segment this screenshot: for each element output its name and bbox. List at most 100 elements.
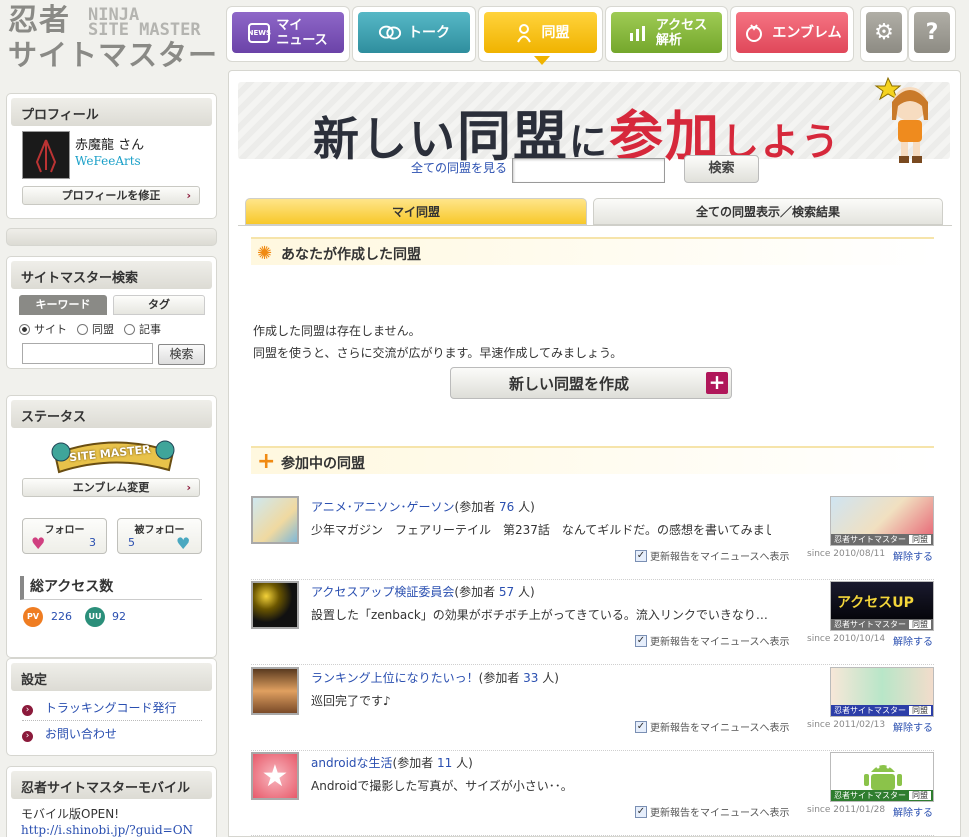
- help-button[interactable]: ?: [908, 6, 956, 62]
- nav-alliance[interactable]: 同盟: [478, 6, 603, 65]
- sun-gear-icon: ✺: [257, 243, 273, 264]
- radio-article-label: 記事: [139, 323, 161, 336]
- alliance-name-link[interactable]: アクセスアップ検証委員会: [311, 585, 454, 599]
- no-alliance-text: 作成した同盟は存在しません。: [253, 324, 421, 338]
- settings-box: 設定 › トラッキングコード発行 › お問い合わせ: [6, 658, 217, 756]
- change-emblem-button[interactable]: エンブレム変更 ›: [22, 478, 200, 497]
- banner-tag: 同盟: [909, 620, 931, 629]
- update-checkbox[interactable]: ✓: [635, 720, 647, 733]
- chevron-right-icon: ›: [22, 731, 33, 742]
- search-header: サイトマスター検索: [11, 261, 212, 289]
- total-access-header: 総アクセス数: [20, 576, 202, 600]
- alliance-banner[interactable]: 同盟 忍者サイトマスター: [830, 752, 934, 802]
- tab-keyword[interactable]: キーワード: [19, 295, 107, 315]
- alliance-latest-post[interactable]: 設置した「zenback」の効果がボチボチ上がってきている。流入リンクでいきなり…: [311, 606, 771, 623]
- create-prompt-text: 同盟を使うと、さらに交流が広がります。早速作成してみましょう。: [253, 346, 623, 360]
- mobile-box: 忍者サイトマスターモバイル モバイル版OPEN! http://i.shinob…: [6, 766, 217, 837]
- member-count[interactable]: 11: [437, 756, 452, 770]
- nav-my-news-label1: マイ: [276, 17, 303, 33]
- alliance-latest-post[interactable]: 少年マガジン フェアリーテイル 第237話 なんてギルドだ。の感想を書いてみまし…: [311, 521, 771, 538]
- leave-alliance-link[interactable]: 解除する: [893, 548, 933, 563]
- since-date: since 2011/02/13: [807, 720, 886, 730]
- alliance-name-link[interactable]: ランキング上位になりたいっ！: [311, 671, 479, 685]
- alliance-name-link[interactable]: androidな生活: [311, 756, 393, 770]
- member-prefix: (参加者: [454, 500, 500, 514]
- member-count[interactable]: 33: [523, 671, 538, 685]
- radio-site[interactable]: [19, 323, 30, 335]
- bar-chart-icon: [626, 21, 650, 45]
- profile-site-link[interactable]: WeFeeArts: [75, 154, 141, 168]
- alliance-search-button[interactable]: 検索: [684, 155, 759, 183]
- nav-talk[interactable]: トーク: [352, 6, 476, 62]
- sidebar-spacer-bar: [6, 228, 217, 246]
- person-icon: [512, 21, 536, 45]
- tab-my-alliances[interactable]: マイ同盟: [245, 198, 587, 225]
- alliance-banner[interactable]: 同盟 忍者サイトマスター: [830, 496, 934, 546]
- update-checkbox[interactable]: ✓: [635, 805, 647, 818]
- logo-line1: 忍者: [8, 3, 70, 38]
- alliance-name-link[interactable]: アニメ･アニソン･ゲーソン: [311, 500, 455, 514]
- emblem-icon: [742, 21, 766, 45]
- member-suffix: 人): [452, 756, 473, 770]
- update-checkbox[interactable]: ✓: [635, 634, 647, 647]
- hero-banner: 新しい同盟に参加しよう: [238, 76, 950, 168]
- alliance-latest-post[interactable]: 巡回完了です♪: [311, 692, 771, 709]
- nav-emblem-label: エンブレム: [772, 24, 842, 41]
- alliance-latest-post[interactable]: Androidで撮影した写真が、サイズが小さい･･。: [311, 777, 771, 794]
- alliance-title: androidな生活(参加者 11 人): [311, 754, 473, 771]
- member-count[interactable]: 57: [499, 585, 514, 599]
- search-button[interactable]: 検索: [158, 344, 205, 365]
- uu-badge: UU: [85, 607, 105, 627]
- alliance-banner[interactable]: アクセスUP 同盟 忍者サイトマスター: [830, 581, 934, 631]
- alliance-title: ランキング上位になりたいっ！(参加者 33 人): [311, 669, 559, 686]
- change-emblem-label: エンブレム変更: [72, 481, 150, 494]
- nav-access-label1: アクセス: [655, 17, 708, 33]
- leave-alliance-link[interactable]: 解除する: [893, 804, 933, 819]
- update-checkbox[interactable]: ✓: [635, 549, 647, 562]
- leave-alliance-link[interactable]: 解除する: [893, 633, 933, 648]
- settings-button[interactable]: ⚙: [860, 6, 908, 62]
- followed-card[interactable]: 被フォロー 5 ♥: [117, 518, 202, 554]
- tab-all-alliances[interactable]: 全ての同盟表示／検索結果: [593, 198, 943, 225]
- avatar[interactable]: [22, 131, 70, 179]
- profile-box: プロフィール 赤魔龍 さん WeFeeArts プロフィールを修正 ›: [6, 93, 217, 219]
- radio-article[interactable]: [124, 323, 135, 335]
- alliance-item: ★ androidな生活(参加者 11 人) Androidで撮影した写真が、サ…: [251, 752, 934, 836]
- contact-link[interactable]: お問い合わせ: [45, 727, 117, 741]
- nav-access-analysis[interactable]: アクセス 解析: [605, 6, 728, 62]
- search-input[interactable]: [22, 343, 153, 364]
- edit-profile-label: プロフィールを修正: [61, 189, 161, 202]
- radio-site-label: サイト: [34, 323, 67, 336]
- site-master-emblem: SITE MASTER: [41, 434, 185, 478]
- nav-my-news[interactable]: NEWS マイ ニュース: [226, 6, 350, 62]
- radio-alliance[interactable]: [77, 323, 88, 335]
- uu-value: 92: [112, 610, 126, 623]
- mobile-header: 忍者サイトマスターモバイル: [11, 771, 212, 799]
- update-label: 更新報告をマイニュースへ表示: [650, 637, 790, 648]
- tab-tag[interactable]: タグ: [113, 295, 205, 315]
- tracking-code-link[interactable]: トラッキングコード発行: [45, 701, 177, 715]
- nav-emblem[interactable]: エンブレム: [730, 6, 854, 62]
- logo-sub: NINJA SITE MASTER: [88, 7, 201, 39]
- alliance-thumbnail[interactable]: [251, 496, 299, 544]
- follow-card[interactable]: フォロー ♥ 3: [22, 518, 107, 554]
- member-count[interactable]: 76: [499, 500, 514, 514]
- alliance-search-input[interactable]: [512, 158, 665, 183]
- create-alliance-button[interactable]: 新しい同盟を作成 +: [450, 367, 732, 399]
- alliance-thumbnail[interactable]: [251, 581, 299, 629]
- leave-alliance-link[interactable]: 解除する: [893, 719, 933, 734]
- mobile-url-link[interactable]: http://i.shinobi.jp/?guid=ON: [21, 823, 193, 837]
- sitemaster-search-box: サイトマスター検索 キーワード タグ サイト 同盟 記事 検索: [6, 256, 217, 369]
- banner-tag: 同盟: [909, 791, 931, 800]
- edit-profile-button[interactable]: プロフィールを修正 ›: [22, 186, 200, 205]
- alliance-banner[interactable]: 同盟 忍者サイトマスター: [830, 667, 934, 717]
- view-all-alliances-link[interactable]: 全ての同盟を見る: [411, 159, 507, 176]
- plus-icon: +: [257, 449, 276, 474]
- mascot-character: [870, 74, 950, 164]
- create-alliance-label: 新しい同盟を作成: [509, 375, 630, 393]
- alliance-thumbnail[interactable]: ★: [251, 752, 299, 800]
- chevron-right-icon: ›: [186, 189, 191, 202]
- alliance-thumbnail[interactable]: [251, 667, 299, 715]
- member-prefix: (参加者: [454, 585, 499, 599]
- settings-header: 設定: [11, 663, 212, 691]
